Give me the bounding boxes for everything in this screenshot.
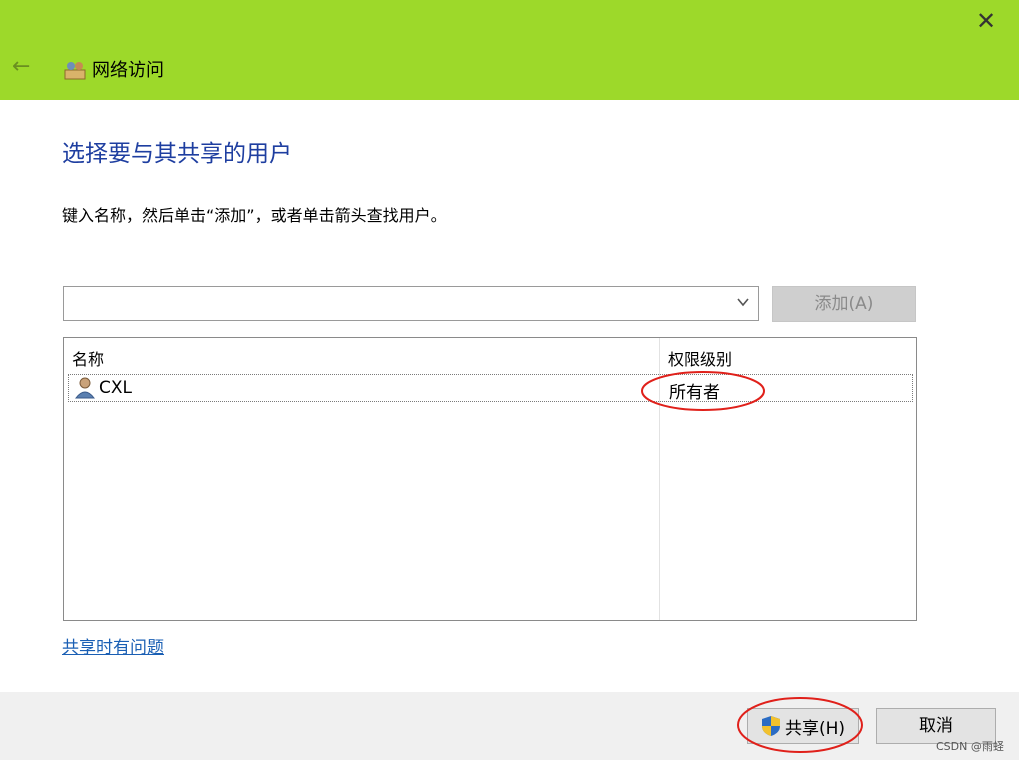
user-icon: [75, 377, 95, 399]
user-name-combobox[interactable]: [63, 286, 759, 321]
chevron-down-icon[interactable]: [736, 295, 750, 309]
back-arrow-icon[interactable]: ←: [12, 54, 30, 79]
title-bar: ✕ ← 网络访问: [0, 0, 1019, 100]
row-user-name: CXL: [99, 378, 132, 398]
instruction-text: 键入名称，然后单击“添加”，或者单击箭头查找用户。: [62, 206, 447, 225]
watermark: CSDN @雨蛏: [936, 740, 1004, 753]
table-row[interactable]: CXL 所有者: [68, 374, 913, 403]
window-title: 网络访问: [92, 60, 164, 81]
column-header-name[interactable]: 名称: [72, 346, 104, 370]
uac-shield-icon: [761, 716, 780, 736]
close-button[interactable]: ✕: [971, 6, 1001, 36]
network-users-icon: [64, 62, 86, 80]
column-header-permission[interactable]: 权限级别: [668, 346, 732, 370]
footer-bar: [0, 692, 1019, 760]
page-heading: 选择要与其共享的用户: [62, 141, 292, 167]
share-button[interactable]: 共享(H): [747, 708, 859, 744]
users-list[interactable]: 名称 权限级别 CXL 所有者: [63, 337, 917, 621]
share-button-label: 共享(H): [784, 718, 846, 739]
sharing-help-link[interactable]: 共享时有问题: [62, 633, 164, 658]
row-permission[interactable]: 所有者: [669, 378, 720, 403]
add-button[interactable]: 添加(A): [772, 286, 916, 322]
